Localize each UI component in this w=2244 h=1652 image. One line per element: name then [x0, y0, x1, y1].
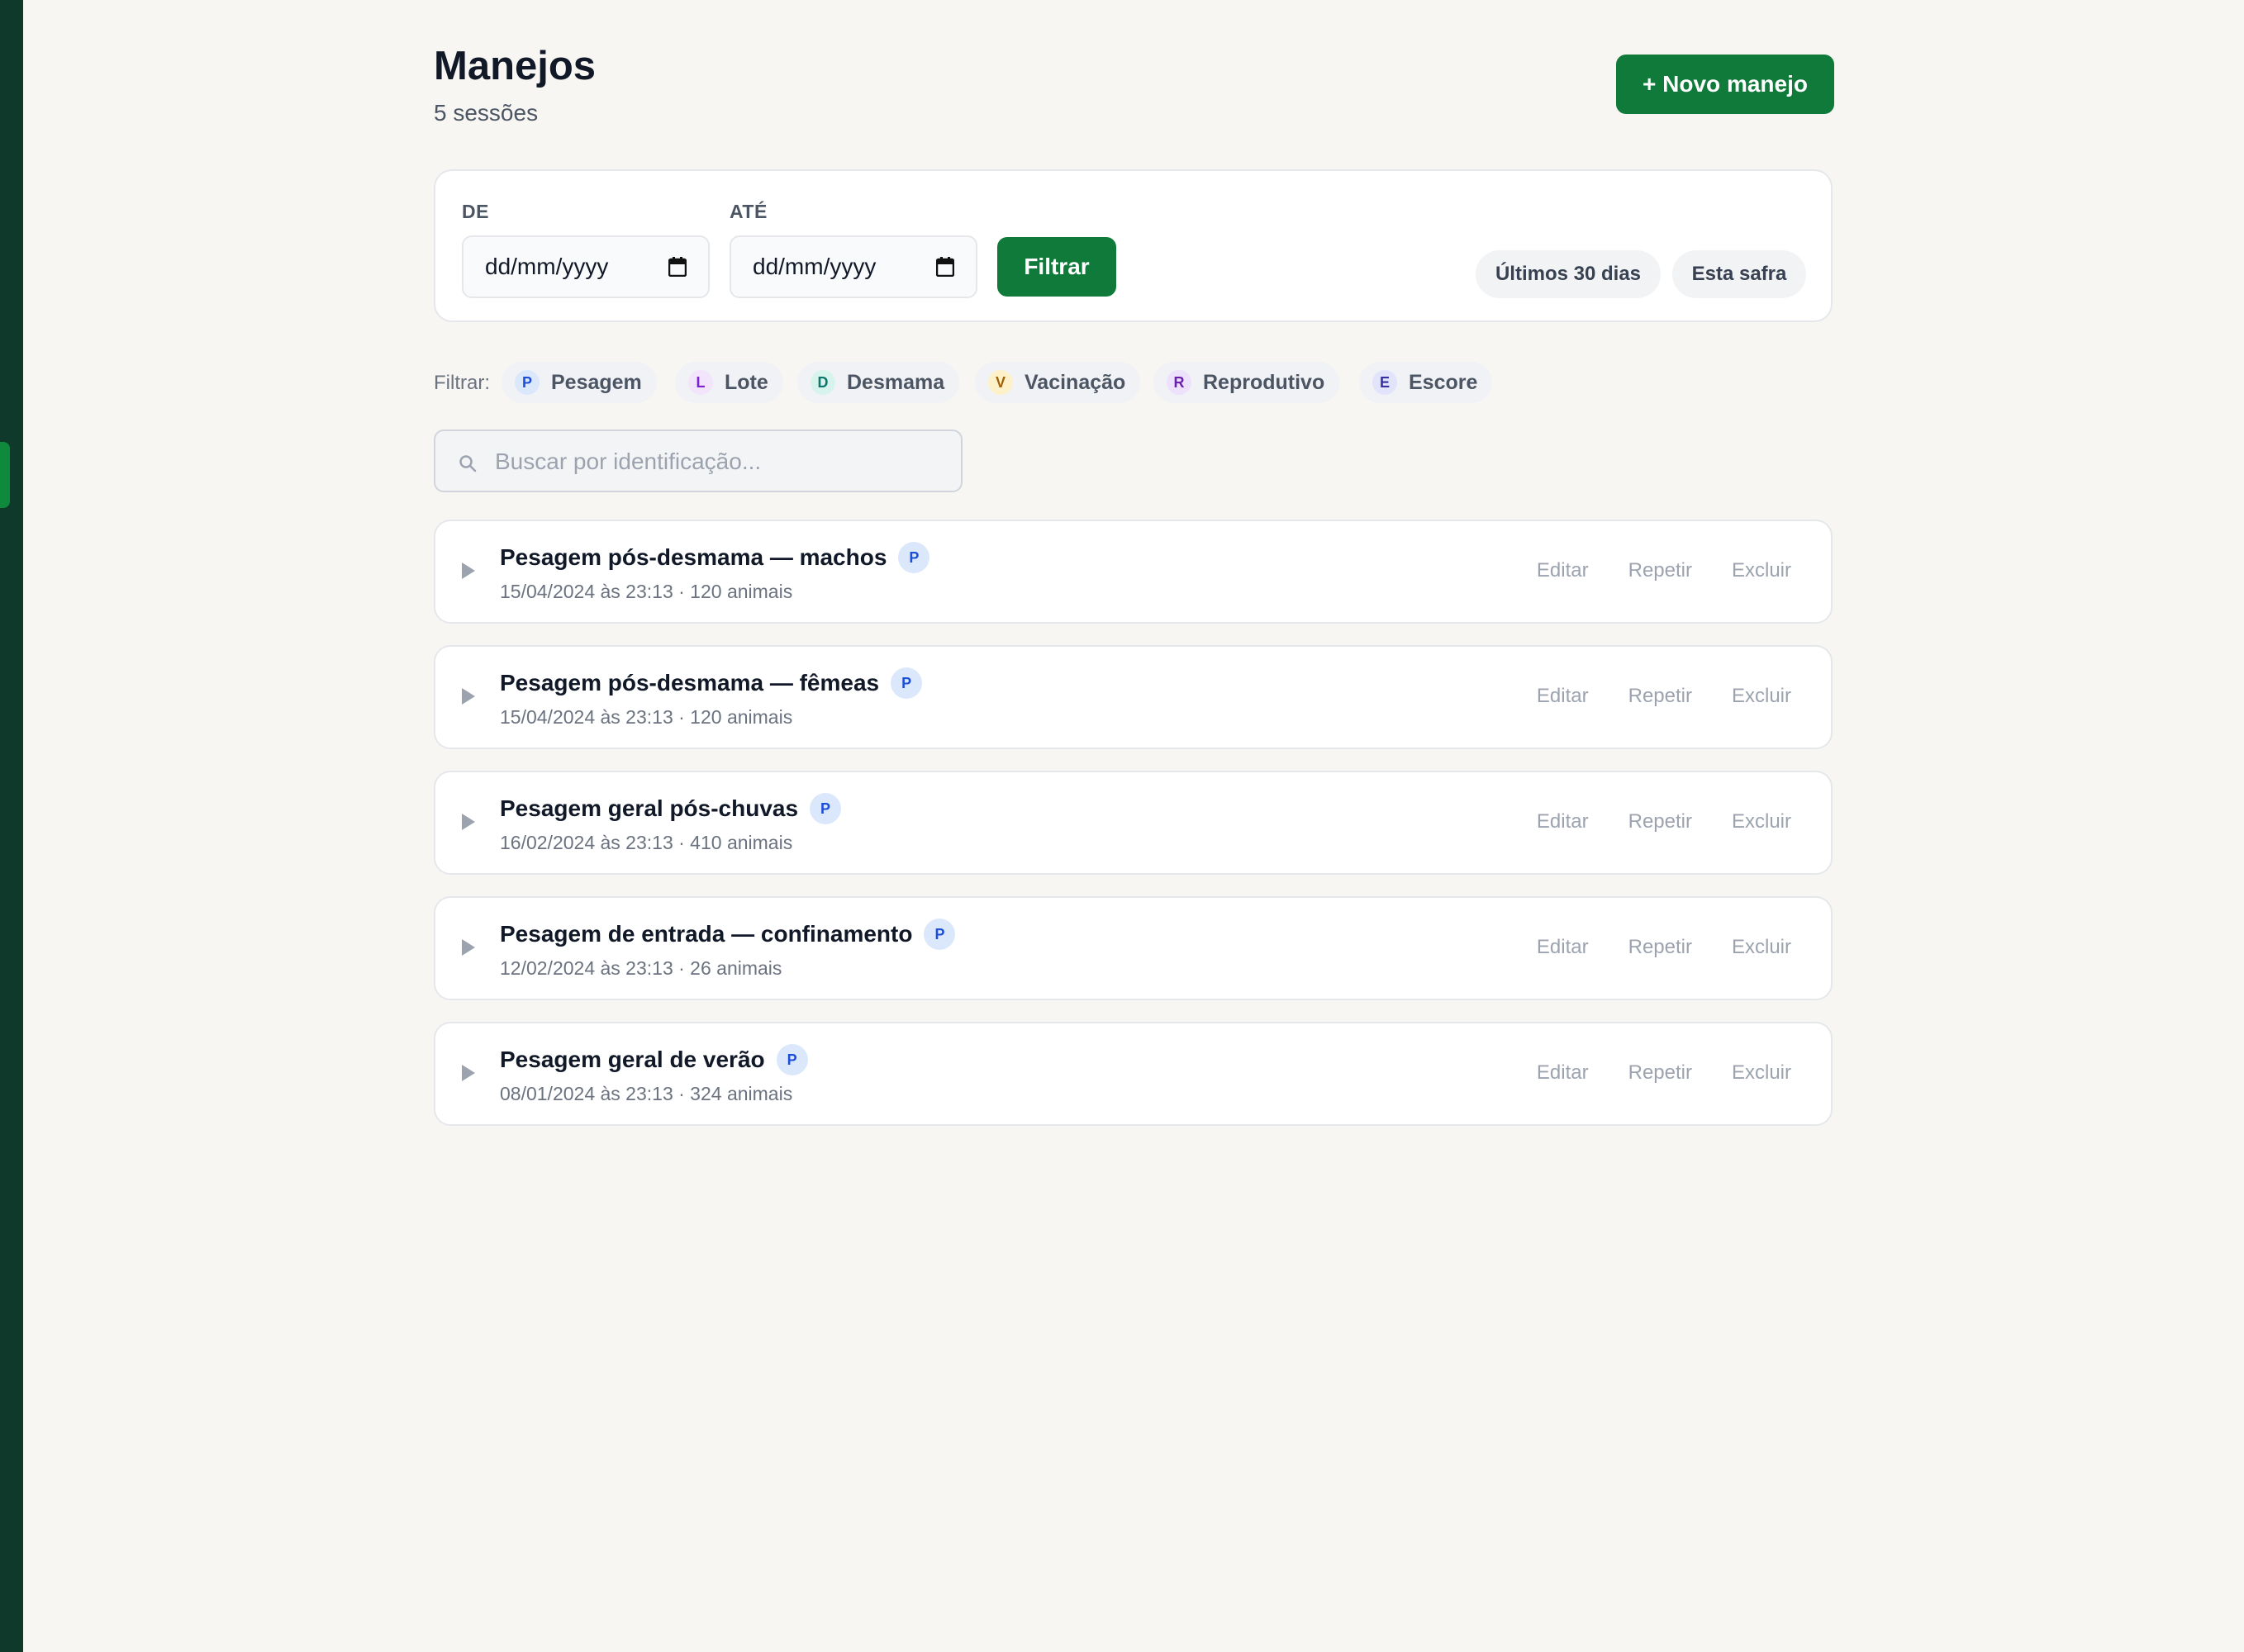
- edit-button[interactable]: Editar: [1537, 685, 1589, 708]
- chip-label: Escore: [1409, 370, 1478, 394]
- type-filter-row: Filtrar: P Pesagem L Lote D Desmama V Va…: [434, 362, 1838, 403]
- to-date-input[interactable]: dd/mm/yyyy: [730, 235, 977, 298]
- session-title-line: Pesagem geral de verão P: [500, 1044, 808, 1075]
- to-date-value: dd/mm/yyyy: [753, 254, 877, 279]
- chip-badge: L: [688, 370, 713, 395]
- chip-badge: D: [811, 370, 835, 395]
- search-icon: [459, 455, 477, 472]
- search-input[interactable]: Buscar por identificação...: [434, 430, 963, 492]
- session-type-badge: P: [898, 542, 930, 573]
- chip-badge: E: [1372, 370, 1397, 395]
- session-title-line: Pesagem pós-desmama — fêmeas P: [500, 667, 923, 699]
- sidebar: [0, 0, 23, 1652]
- from-date-label: DE: [462, 201, 489, 222]
- session-type-badge: P: [810, 793, 842, 824]
- session-meta: 08/01/2024 às 23:13 · 324 animais: [500, 1083, 793, 1104]
- session-row[interactable]: Pesagem geral de verão P 08/01/2024 às 2…: [434, 1022, 1833, 1126]
- session-meta: 16/02/2024 às 23:13 · 410 animais: [500, 832, 793, 853]
- chip-pesagem[interactable]: P Pesagem: [502, 362, 657, 403]
- session-row[interactable]: Pesagem de entrada — confinamento P 12/0…: [434, 896, 1833, 1000]
- session-type-badge: P: [891, 667, 923, 699]
- chip-label: Pesagem: [551, 370, 642, 394]
- session-meta: 15/04/2024 às 23:13 · 120 animais: [500, 706, 793, 728]
- session-type-badge: P: [776, 1044, 808, 1075]
- chip-vacinacao[interactable]: V Vacinação: [975, 362, 1141, 403]
- session-title-line: Pesagem pós-desmama — machos P: [500, 542, 930, 573]
- repeat-button[interactable]: Repetir: [1628, 936, 1692, 959]
- session-actions: Editar Repetir Excluir: [1537, 685, 1791, 708]
- chip-badge: V: [988, 370, 1013, 395]
- delete-button[interactable]: Excluir: [1732, 1061, 1791, 1085]
- session-actions: Editar Repetir Excluir: [1537, 936, 1791, 959]
- chip-lote[interactable]: L Lote: [675, 362, 783, 403]
- calendar-icon[interactable]: [668, 257, 687, 277]
- session-count: 5 sessões: [434, 100, 539, 126]
- session-title-line: Pesagem geral pós-chuvas P: [500, 793, 842, 824]
- this-season-button[interactable]: Esta safra: [1672, 250, 1806, 298]
- session-title-line: Pesagem de entrada — confinamento P: [500, 919, 956, 950]
- chip-label: Reprodutivo: [1203, 370, 1325, 394]
- repeat-button[interactable]: Repetir: [1628, 810, 1692, 833]
- delete-button[interactable]: Excluir: [1732, 936, 1791, 959]
- delete-button[interactable]: Excluir: [1732, 685, 1791, 708]
- search-placeholder: Buscar por identificação...: [495, 449, 762, 474]
- chip-badge: P: [515, 370, 540, 395]
- chip-escore[interactable]: E Escore: [1359, 362, 1493, 403]
- new-session-button[interactable]: + Novo manejo: [1616, 55, 1834, 114]
- session-title: Pesagem geral de verão: [500, 1047, 765, 1072]
- edit-button[interactable]: Editar: [1537, 1061, 1589, 1085]
- chip-label: Desmama: [847, 370, 945, 394]
- repeat-button[interactable]: Repetir: [1628, 1061, 1692, 1085]
- from-date-input[interactable]: dd/mm/yyyy: [462, 235, 710, 298]
- filter-button[interactable]: Filtrar: [997, 237, 1116, 297]
- expand-caret-icon[interactable]: [462, 939, 475, 956]
- expand-caret-icon[interactable]: [462, 688, 475, 705]
- session-title: Pesagem geral pós-chuvas: [500, 795, 799, 821]
- repeat-button[interactable]: Repetir: [1628, 559, 1692, 582]
- date-filter-card: DE dd/mm/yyyy ATÉ dd/mm/yyyy Filtrar Últ…: [434, 169, 1833, 322]
- chip-reprodutivo[interactable]: R Reprodutivo: [1153, 362, 1340, 403]
- last-30-days-button[interactable]: Últimos 30 dias: [1476, 250, 1661, 298]
- edit-button[interactable]: Editar: [1537, 936, 1589, 959]
- repeat-button[interactable]: Repetir: [1628, 685, 1692, 708]
- session-row[interactable]: Pesagem geral pós-chuvas P 16/02/2024 às…: [434, 771, 1833, 875]
- sidebar-active-indicator[interactable]: [0, 442, 10, 508]
- session-title: Pesagem pós-desmama — fêmeas: [500, 670, 880, 695]
- session-type-badge: P: [924, 919, 956, 950]
- expand-caret-icon[interactable]: [462, 563, 475, 579]
- chip-label: Vacinação: [1025, 370, 1126, 394]
- session-meta: 15/04/2024 às 23:13 · 120 animais: [500, 581, 793, 602]
- session-meta: 12/02/2024 às 23:13 · 26 animais: [500, 957, 782, 979]
- page-title: Manejos: [434, 44, 597, 88]
- session-row[interactable]: Pesagem pós-desmama — fêmeas P 15/04/202…: [434, 645, 1833, 749]
- delete-button[interactable]: Excluir: [1732, 810, 1791, 833]
- edit-button[interactable]: Editar: [1537, 810, 1589, 833]
- expand-caret-icon[interactable]: [462, 1065, 475, 1081]
- edit-button[interactable]: Editar: [1537, 559, 1589, 582]
- session-actions: Editar Repetir Excluir: [1537, 810, 1791, 833]
- session-row[interactable]: Pesagem pós-desmama — machos P 15/04/202…: [434, 520, 1833, 624]
- type-filter-label: Filtrar:: [434, 372, 490, 394]
- chip-badge: R: [1167, 370, 1191, 395]
- delete-button[interactable]: Excluir: [1732, 559, 1791, 582]
- expand-caret-icon[interactable]: [462, 814, 475, 830]
- to-date-label: ATÉ: [730, 201, 768, 222]
- session-actions: Editar Repetir Excluir: [1537, 1061, 1791, 1085]
- calendar-icon[interactable]: [936, 257, 954, 277]
- chip-desmama[interactable]: D Desmama: [797, 362, 960, 403]
- chip-label: Lote: [725, 370, 768, 394]
- session-title: Pesagem de entrada — confinamento: [500, 921, 913, 947]
- session-title: Pesagem pós-desmama — machos: [500, 544, 887, 570]
- session-actions: Editar Repetir Excluir: [1537, 559, 1791, 582]
- from-date-value: dd/mm/yyyy: [485, 254, 609, 279]
